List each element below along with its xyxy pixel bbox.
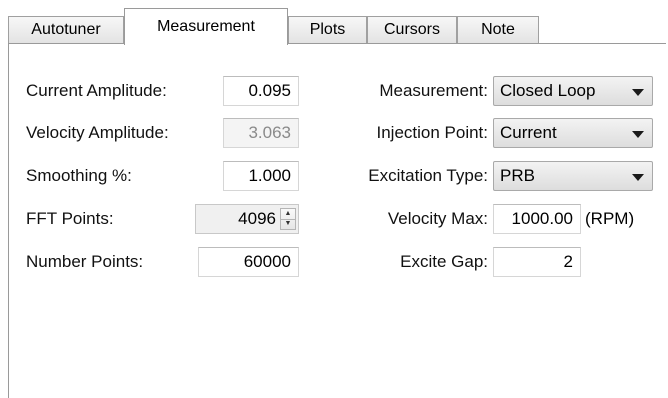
smoothing-label: Smoothing %: <box>26 166 132 185</box>
excite-gap-field[interactable]: 2 <box>493 247 581 277</box>
tab-measurement[interactable]: Measurement <box>124 8 288 45</box>
measurement-panel: Current Amplitude: 0.095 Velocity Amplit… <box>8 43 666 398</box>
velocity-amplitude-field: 3.063 <box>223 118 299 148</box>
injection-point-select-value: Current <box>500 123 557 142</box>
velocity-max-unit: (RPM) <box>585 209 635 228</box>
tab-note[interactable]: Note <box>457 16 539 43</box>
current-amplitude-field[interactable]: 0.095 <box>223 76 299 106</box>
spin-buttons: ▲ ▼ <box>280 208 296 230</box>
excite-gap-label: Excite Gap: <box>400 252 488 271</box>
fft-points-value: 4096 <box>238 209 276 228</box>
fft-points-stepper[interactable]: 4096 ▲ ▼ <box>195 204 299 234</box>
tab-autotuner[interactable]: Autotuner <box>8 16 124 43</box>
tab-label: Plots <box>309 21 346 38</box>
tab-label: Note <box>481 21 515 38</box>
smoothing-field[interactable]: 1.000 <box>223 161 299 191</box>
tab-label: Cursors <box>383 21 440 38</box>
tab-strip: Autotuner Measurement Plots Cursors Note <box>8 8 660 45</box>
measurement-select-value: Closed Loop <box>500 81 596 100</box>
tab-cursors[interactable]: Cursors <box>367 16 457 43</box>
chevron-down-icon <box>632 131 644 138</box>
measurement-select[interactable]: Closed Loop <box>493 76 653 106</box>
measurement-label: Measurement: <box>379 81 488 100</box>
velocity-max-label: Velocity Max: <box>387 209 488 228</box>
injection-point-label: Injection Point: <box>376 123 488 142</box>
tab-label: Measurement <box>157 18 255 35</box>
chevron-down-icon <box>632 174 644 181</box>
current-amplitude-label: Current Amplitude: <box>26 81 167 100</box>
excitation-type-select[interactable]: PRB <box>493 161 653 191</box>
velocity-amplitude-label: Velocity Amplitude: <box>26 123 169 142</box>
velocity-max-field[interactable]: 1000.00 <box>493 204 581 234</box>
fft-points-label: FFT Points: <box>26 209 114 228</box>
injection-point-select[interactable]: Current <box>493 118 653 148</box>
measurement-window: Autotuner Measurement Plots Cursors Note… <box>0 0 668 398</box>
number-points-label: Number Points: <box>26 252 144 271</box>
tab-plots[interactable]: Plots <box>288 16 367 43</box>
number-points-field[interactable]: 60000 <box>198 247 299 277</box>
tab-label: Autotuner <box>31 21 101 38</box>
spin-down-icon[interactable]: ▼ <box>281 219 295 229</box>
excitation-type-select-value: PRB <box>500 166 535 185</box>
excitation-type-label: Excitation Type: <box>368 166 488 185</box>
chevron-down-icon <box>632 89 644 96</box>
